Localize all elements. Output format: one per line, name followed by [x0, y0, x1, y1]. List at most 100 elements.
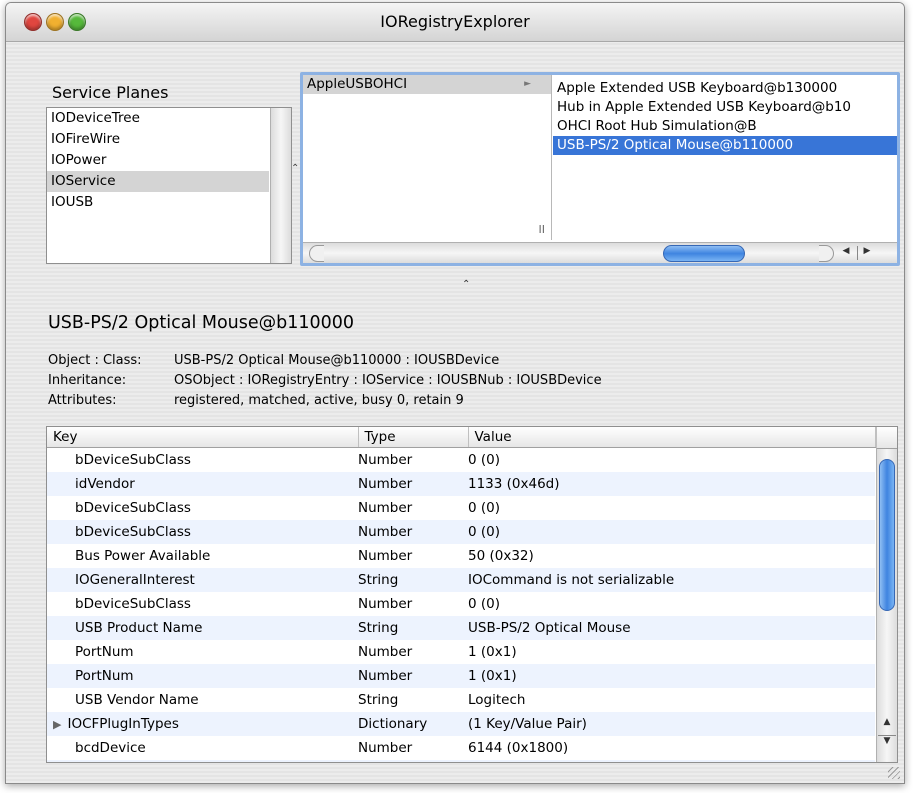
row-key: idVendor — [47, 472, 358, 496]
column-header-type[interactable]: Type — [358, 427, 469, 448]
scroll-down-icon[interactable]: ▼ — [878, 735, 896, 752]
table-row[interactable]: bDeviceSubClass Number0 (0) — [47, 496, 875, 520]
service-planes-list[interactable]: IODeviceTree IOFireWire IOPower IOService IO… — [46, 107, 292, 264]
row-key: ▶ IOCFPlugInTypes — [47, 712, 358, 736]
table-row[interactable]: bcdDevice Number 6144 (0x1800) — [47, 736, 875, 760]
table-row[interactable]: bDeviceSubClassNumber0 (0) — [47, 520, 875, 544]
scroll-left-icon[interactable]: ◀ — [837, 246, 855, 260]
row-key: bDeviceSubClass — [47, 496, 358, 520]
row-key: bDeviceSubClass — [47, 592, 358, 616]
row-value: 0 (0) — [468, 592, 875, 616]
row-key-label: Bus Power Available — [75, 548, 211, 564]
row-key-label: bcdDevice — [75, 740, 146, 756]
browser-hscroll-thumb[interactable] — [663, 245, 745, 262]
browser-column-2-item[interactable]: Hub in Apple Extended USB Keyboard@b10 — [553, 98, 897, 117]
row-key-label: PortNum — [75, 644, 134, 660]
disclosure-triangle-icon[interactable]: ▶ — [53, 718, 61, 731]
row-key-label: USB Product Name — [75, 620, 203, 636]
service-plane-item[interactable]: IOService — [47, 171, 269, 192]
row-value: 0 (0) — [468, 760, 875, 762]
row-value: (1 Key/Value Pair) — [468, 712, 875, 736]
scroll-up-icon[interactable]: ▲ — [878, 717, 896, 733]
row-key: bcdDevice — [47, 736, 358, 760]
row-key-label: IOCFPlugInTypes — [67, 716, 179, 732]
column-header-key[interactable]: Key — [47, 427, 359, 448]
service-planes-heading: Service Planes — [52, 83, 169, 102]
row-type: Number — [358, 472, 468, 496]
properties-grid: Key Type Value bDeviceSubClass Number 0 (0… — [47, 427, 876, 762]
row-value: 1 (0x1) — [468, 640, 875, 664]
browser-column-2-item[interactable]: USB-PS/2 Optical Mouse@b110000 — [553, 136, 897, 155]
row-type: String — [358, 688, 468, 712]
scroll-right-icon[interactable]: ▶ — [857, 246, 876, 260]
table-row[interactable]: PortNum Number 1 (0x1) — [47, 640, 875, 664]
row-type: String — [358, 568, 468, 592]
table-row[interactable]: ▶ IOCFPlugInTypes Dictionary (1 Key/Value P… — [47, 712, 875, 736]
row-value: 0 (0) — [468, 447, 875, 472]
row-value: 1 (0x1) — [468, 664, 875, 688]
table-row[interactable]: Bus Power Available Number 50 (0x32) — [47, 544, 875, 568]
service-planes-scrollbar[interactable] — [270, 108, 291, 263]
row-key: bDeviceSubClass — [47, 520, 358, 544]
service-plane-item[interactable]: IOFireWire — [47, 129, 269, 150]
splitter-handle-icon[interactable]: ⌃ — [291, 163, 299, 174]
row-type: Number — [358, 496, 468, 520]
row-type: Dictionary — [358, 712, 468, 736]
attributes-label: Attributes: — [48, 393, 117, 408]
row-value: 1133 (0x46d) — [468, 472, 875, 496]
service-plane-item[interactable]: IODeviceTree — [47, 108, 269, 129]
service-plane-item[interactable]: IOPower — [47, 150, 269, 171]
row-type: String — [358, 616, 468, 640]
table-vscroll-thumb[interactable] — [879, 459, 895, 611]
title-bar[interactable]: IORegistryExplorer — [6, 3, 904, 42]
scroll-track-end — [309, 245, 324, 262]
row-value: 50 (0x32) — [468, 544, 875, 568]
row-key: USB Product Name — [47, 616, 358, 640]
table-row[interactable]: bDeviceSubClassNumber0 (0) — [47, 760, 875, 762]
row-key: IOGeneralInterest — [47, 568, 358, 592]
row-key: bDeviceSubClass — [47, 447, 358, 472]
row-value: USB-PS/2 Optical Mouse — [468, 616, 875, 640]
column-resize-icon[interactable]: II — [539, 223, 546, 236]
row-key-label: bDeviceSubClass — [75, 524, 191, 540]
browser-hscrollbar[interactable]: ◀ ▶ — [303, 242, 897, 263]
table-row[interactable]: USB Vendor Name String Logitech — [47, 688, 875, 712]
row-value: 0 (0) — [468, 496, 875, 520]
table-corner — [876, 427, 897, 449]
row-key-label: USB Vendor Name — [75, 692, 199, 708]
browser-column-2-item[interactable]: Apple Extended USB Keyboard@b130000 — [553, 79, 897, 98]
column-header-value[interactable]: Value — [468, 427, 876, 448]
browser-column-2[interactable]: Apple Extended USB Keyboard@b130000 Hub i… — [553, 79, 897, 241]
table-row[interactable]: idVendor Number 1133 (0x46d) — [47, 472, 875, 496]
table-row[interactable]: bDeviceSubClassNumber0 (0) — [47, 592, 875, 616]
row-type: Number — [358, 447, 468, 472]
browser-column-2-item[interactable]: OHCI Root Hub Simulation@B — [553, 117, 897, 136]
properties-table[interactable]: Key Type Value bDeviceSubClass Number 0 (0… — [46, 426, 898, 763]
row-value: 6144 (0x1800) — [468, 736, 875, 760]
window-title: IORegistryExplorer — [380, 12, 530, 31]
resize-grip-icon[interactable] — [888, 767, 900, 779]
table-row[interactable]: IOGeneralInterest String IOCommand is not … — [47, 568, 875, 592]
table-row[interactable]: PortNum Number 1 (0x1) — [47, 664, 875, 688]
table-row[interactable]: USB Product Name String USB-PS/2 Optical M… — [47, 616, 875, 640]
row-key: PortNum — [47, 640, 358, 664]
browser-column-1[interactable]: AppleUSBOHCI ► II — [303, 75, 552, 240]
table-vscrollbar[interactable]: ▲ ▼ — [876, 449, 897, 762]
row-key-label: idVendor — [75, 476, 135, 492]
browser-item-label: AppleUSBOHCI — [307, 76, 408, 92]
row-type: Number — [358, 544, 468, 568]
row-key-label: bDeviceSubClass — [75, 452, 191, 468]
row-key: PortNum — [47, 664, 358, 688]
split-view-handle-icon[interactable]: ⌃ — [462, 279, 470, 290]
main-window: IORegistryExplorer Service Planes IODevi… — [5, 2, 905, 784]
service-plane-item[interactable]: IOUSB — [47, 192, 269, 213]
inheritance-label: Inheritance: — [48, 373, 127, 388]
attributes-value: registered, matched, active, busy 0, ret… — [174, 393, 464, 408]
browser-item-appleusbohci[interactable]: AppleUSBOHCI ► — [303, 75, 551, 94]
row-type: Number — [358, 736, 468, 760]
inheritance-value: OSObject : IORegistryEntry : IOService :… — [174, 373, 602, 388]
table-row[interactable]: bDeviceSubClass Number0 (0) — [47, 447, 875, 472]
class-browser[interactable]: AppleUSBOHCI ► II Apple Extended USB Key… — [300, 72, 900, 266]
row-value: IOCommand is not serializable — [468, 568, 875, 592]
row-key-label: bDeviceSubClass — [75, 500, 191, 516]
